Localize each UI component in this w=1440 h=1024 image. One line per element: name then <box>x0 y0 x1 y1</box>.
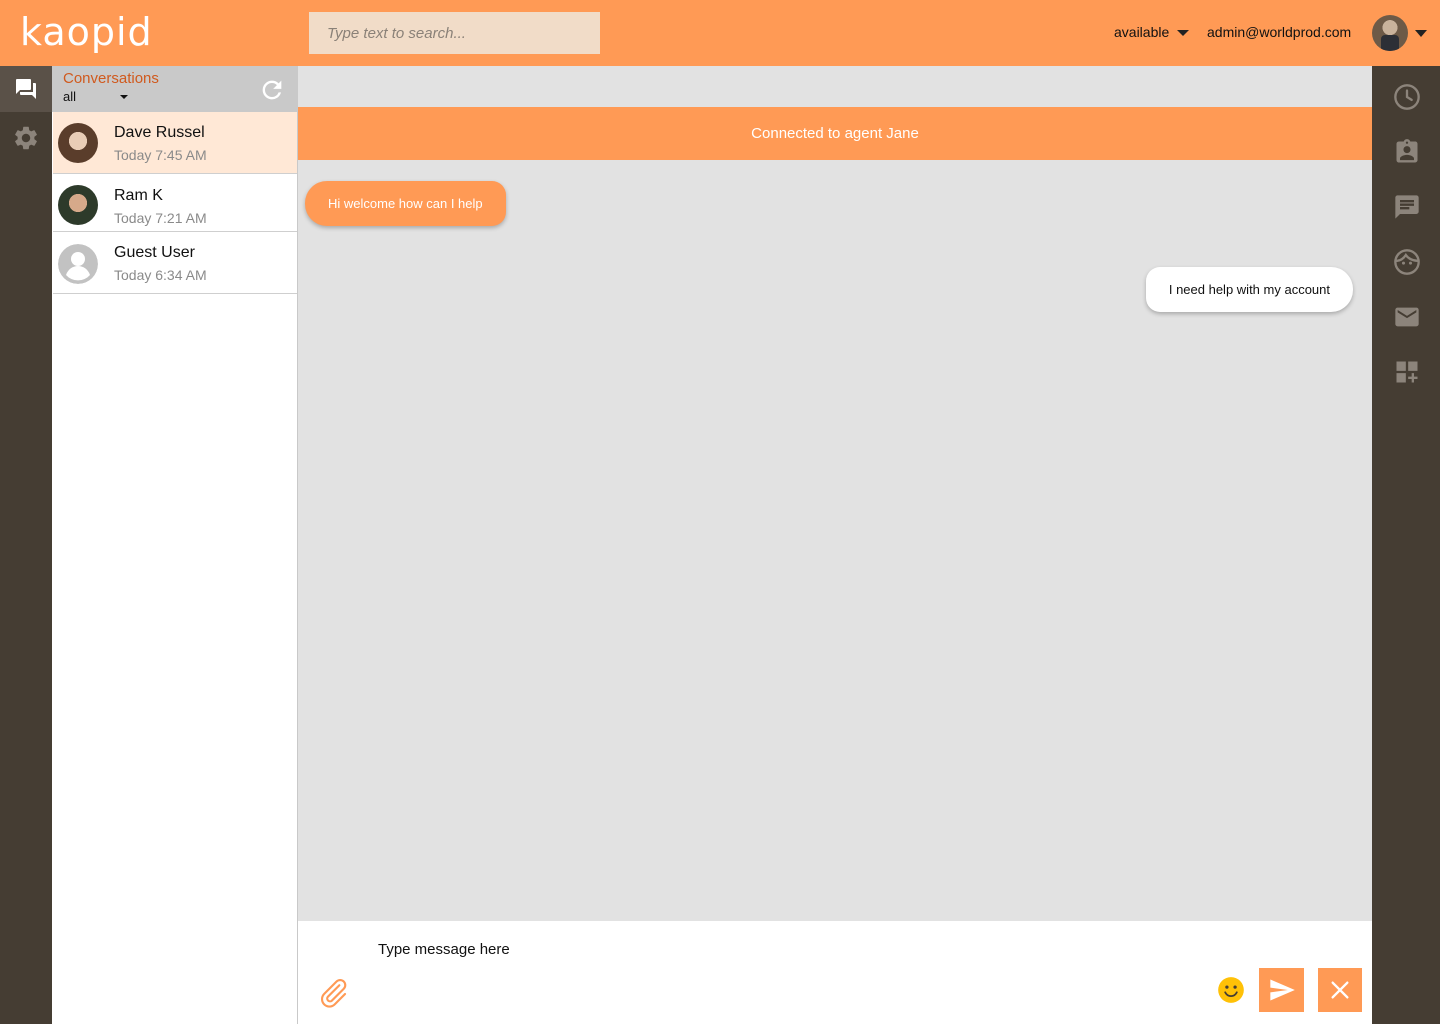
add-widget-icon <box>1396 361 1418 383</box>
conversation-item[interactable]: Guest User Today 6:34 AM <box>53 232 297 294</box>
conversation-time: Today 7:21 AM <box>114 210 207 226</box>
message-composer <box>298 921 1372 1024</box>
add-widget-button[interactable] <box>1393 358 1421 386</box>
mail-button[interactable] <box>1393 303 1421 331</box>
send-button[interactable] <box>1259 968 1304 1012</box>
chevron-down-icon <box>120 95 128 99</box>
face-button[interactable] <box>1393 248 1421 276</box>
conversation-item[interactable]: Ram K Today 7:21 AM <box>53 174 297 232</box>
send-icon <box>1269 979 1295 1001</box>
user-message-bubble: I need help with my account <box>1145 267 1353 312</box>
app-logo[interactable]: kaopid <box>20 10 153 54</box>
end-chat-button[interactable] <box>1318 968 1362 1012</box>
conversation-filter-dropdown[interactable]: all <box>63 89 133 104</box>
user-email: admin@worldprod.com <box>1207 24 1352 40</box>
filter-label: all <box>63 89 77 104</box>
contact-card-icon <box>1396 139 1418 163</box>
face-icon <box>1394 249 1420 275</box>
status-label: available <box>1114 24 1170 40</box>
agent-message-bubble: Hi welcome how can I help <box>305 181 506 226</box>
history-button[interactable] <box>1393 83 1421 111</box>
right-tool-rail <box>1372 66 1440 1024</box>
mail-icon <box>1395 307 1419 327</box>
conversation-list-panel: Conversations all Dave Russel Today 7:45… <box>52 66 298 1024</box>
nav-settings-button[interactable] <box>0 115 52 161</box>
message-input[interactable] <box>368 935 1068 963</box>
status-dropdown[interactable]: available <box>1114 24 1190 40</box>
conversation-time: Today 7:45 AM <box>114 147 207 163</box>
top-bar: kaopid available admin@worldprod.com <box>0 0 1440 66</box>
avatar <box>58 185 98 225</box>
gear-icon <box>15 126 37 150</box>
refresh-icon[interactable] <box>258 76 286 104</box>
conversation-list-header: Conversations all <box>52 66 297 112</box>
history-icon <box>1394 84 1420 110</box>
connection-banner: Connected to agent Jane <box>298 107 1372 160</box>
search-input[interactable] <box>309 12 600 54</box>
user-avatar[interactable] <box>1372 15 1408 51</box>
contact-card-button[interactable] <box>1393 138 1421 166</box>
default-person-icon <box>58 244 98 284</box>
forum-icon <box>16 79 36 99</box>
left-nav-rail <box>0 66 52 1024</box>
conversations-title: Conversations <box>63 70 159 87</box>
chat-area: Connected to agent Jane Hi welcome how c… <box>298 66 1372 921</box>
avatar <box>58 123 98 163</box>
conversation-name: Dave Russel <box>114 124 205 141</box>
conversation-name: Guest User <box>114 244 195 261</box>
nav-conversations-button[interactable] <box>0 66 52 112</box>
conversation-item[interactable]: Dave Russel Today 7:45 AM <box>53 112 297 174</box>
chevron-down-icon <box>1177 30 1190 37</box>
emoji-icon[interactable] <box>1217 976 1245 1004</box>
close-icon <box>1331 981 1349 999</box>
conversation-time: Today 6:34 AM <box>114 267 207 283</box>
conversation-name: Ram K <box>114 187 163 204</box>
attachment-icon[interactable] <box>316 976 350 1010</box>
chevron-down-icon[interactable] <box>1415 30 1427 37</box>
messages-button[interactable] <box>1393 193 1421 221</box>
message-icon <box>1395 195 1419 219</box>
